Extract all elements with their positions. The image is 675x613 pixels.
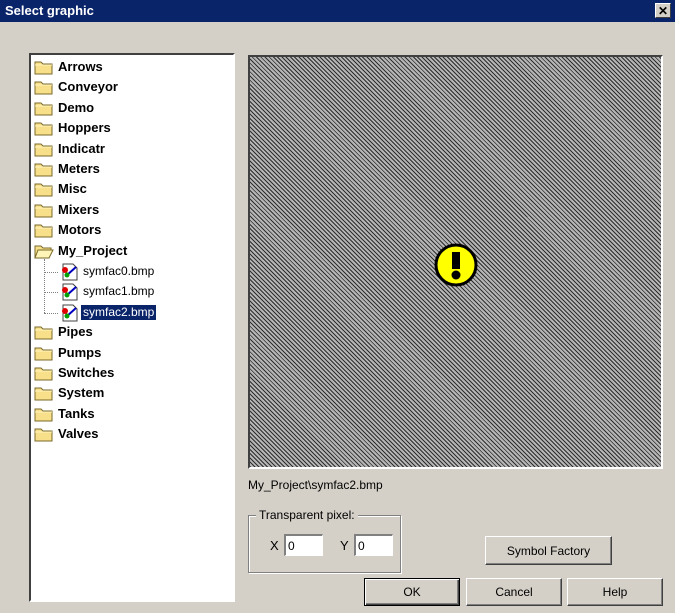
tree-folder-label: Mixers [58,201,100,217]
tree-folder-label: Indicatr [58,140,105,156]
tree-folder-label: System [58,385,105,401]
tree-folder-mixers[interactable]: Mixers [34,201,224,220]
y-input[interactable] [354,534,393,556]
graphic-tree[interactable]: Arrows Conveyor Demo Hoppers Indicatr Meters M… [29,53,235,602]
tree-file-label: symfac0.bmp [83,264,155,278]
open-folder-icon [34,243,54,259]
tree-folder-label: My_Project [58,242,128,258]
folder-icon [34,79,54,95]
tree-folder-label: Arrows [58,59,103,74]
tree-connector [44,259,45,313]
tree-folder-demo[interactable]: Demo [34,99,224,118]
bitmap-file-icon [59,303,81,322]
cancel-label: Cancel [495,585,533,599]
bitmap-file-icon [59,282,81,301]
graphic-preview [248,55,663,469]
tree-folder-meters[interactable]: Meters [34,160,224,179]
folder-icon [34,385,54,401]
window-title: Select graphic [5,3,94,18]
bitmap-file-icon [59,262,81,281]
folder-icon [34,406,54,422]
tree-folder-label: Valves [58,426,99,442]
tree-folder-label: Pipes [58,324,93,340]
tree-folder-pumps[interactable]: Pumps [34,344,224,363]
tree-folder-label: Meters [58,161,100,176]
help-button[interactable]: Help [567,578,663,606]
folder-icon [34,426,54,442]
folder-icon [34,100,54,116]
tree-folder-label: Conveyor [58,79,118,95]
tree-file-label: symfac1.bmp [83,284,155,299]
tree-folder-motors[interactable]: Motors [34,221,224,240]
y-label: Y [340,538,349,553]
tree-file-symfac0[interactable]: symfac0.bmp [59,262,219,281]
symbol-factory-button[interactable]: Symbol Factory [485,536,612,565]
tree-folder-label: Demo [58,99,95,115]
ok-label: OK [403,585,421,599]
tree-folder-label: Pumps [58,344,102,360]
tree-file-label: symfac2.bmp [79,303,158,321]
folder-icon [34,141,54,157]
tree-folder-hoppers[interactable]: Hoppers [34,119,224,138]
tree-connector [44,312,58,314]
symbol-factory-label: Symbol Factory [506,543,591,558]
tree-folder-label: Switches [58,365,115,380]
folder-icon [34,181,54,197]
folder-icon [34,161,54,177]
selected-path-label: My_Project\symfac2.bmp [248,478,383,492]
tree-folder-indicatr[interactable]: Indicatr [34,140,224,159]
tree-folder-label: Hoppers [58,120,111,136]
tree-folder-pipes[interactable]: Pipes [34,323,224,342]
tree-folder-tanks[interactable]: Tanks [34,405,224,424]
tree-folder-switches[interactable]: Switches [34,364,224,383]
tree-connector [44,272,58,273]
transparent-pixel-legend: Transparent pixel: [256,508,358,522]
x-input[interactable] [284,534,323,556]
folder-icon [34,59,54,75]
tree-folder-conveyor[interactable]: Conveyor [34,78,224,97]
folder-icon [34,120,54,136]
tree-folder-label: Tanks [58,405,95,421]
ok-button[interactable]: OK [364,578,460,606]
title-bar[interactable]: Select graphic ✕ [0,0,675,22]
folder-icon [34,202,54,218]
tree-file-symfac1[interactable]: symfac1.bmp [59,282,219,301]
cancel-button[interactable]: Cancel [466,578,562,606]
close-icon: ✕ [657,3,669,18]
tree-connector [44,292,58,294]
tree-folder-my_project[interactable]: My_Project [34,242,224,261]
tree-folder-label: Motors [58,222,102,238]
folder-icon [34,324,54,340]
folder-icon [34,365,54,381]
close-button[interactable]: ✕ [655,3,671,18]
folder-icon [34,345,54,361]
tree-file-symfac2[interactable]: symfac2.bmp [59,303,219,322]
tree-folder-system[interactable]: System [34,384,224,403]
tree-folder-arrows[interactable]: Arrows [34,58,224,77]
folder-icon [34,222,54,238]
help-label: Help [602,585,628,599]
tree-folder-valves[interactable]: Valves [34,425,224,444]
exclamation-icon [434,243,478,287]
select-graphic-dialog: Select graphic ✕ Arrows Conveyor Demo Hoppe… [0,0,675,613]
tree-folder-misc[interactable]: Misc [34,180,224,199]
tree-folder-label: Misc [58,181,87,197]
x-label: X [270,538,279,553]
